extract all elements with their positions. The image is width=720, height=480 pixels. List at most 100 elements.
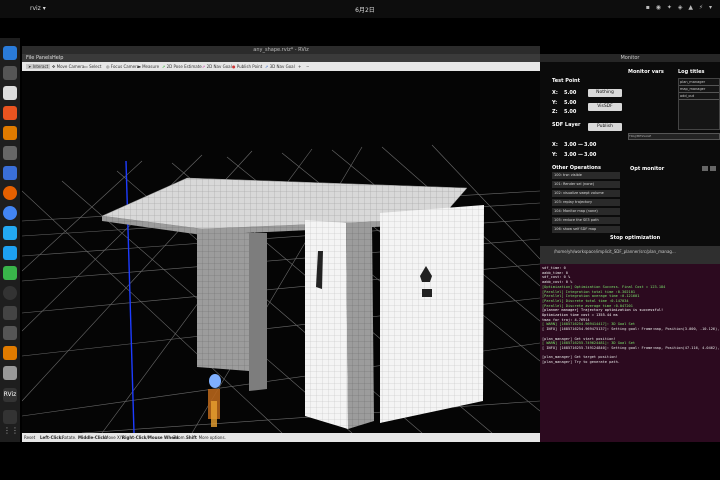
tool-measure[interactable]: ▬ Measure bbox=[137, 64, 159, 69]
vissdf-button[interactable]: VisSDF bbox=[588, 103, 622, 111]
terminal-icon[interactable] bbox=[3, 66, 17, 80]
stop-optimization-button[interactable]: Stop optimization bbox=[610, 235, 660, 241]
app-blue-icon[interactable] bbox=[3, 166, 17, 180]
app-light-icon[interactable] bbox=[3, 366, 17, 380]
hint2-label: Middle-Click: bbox=[78, 435, 108, 440]
reset-button[interactable]: Reset bbox=[24, 435, 35, 440]
files-icon[interactable] bbox=[3, 86, 17, 100]
tool-3d-nav-goal[interactable]: ➚ 3D Nav Goal bbox=[265, 64, 295, 69]
left-panel bbox=[305, 220, 348, 429]
z-value[interactable]: 5.00 bbox=[564, 109, 576, 115]
monitor-title: Monitor bbox=[620, 55, 640, 61]
system-top-bar: rviz ▾ 6月2日 ▪ ◉ ✦ ◈ ▲ ⚡ ▾ bbox=[0, 0, 720, 18]
scene-render bbox=[22, 144, 540, 433]
y-value[interactable]: 5.00 bbox=[564, 100, 576, 106]
sdf-y-value2[interactable]: 3.00 bbox=[584, 152, 596, 158]
tool-2d-pose-estimate[interactable]: ➚ 2D Pose Estimate bbox=[162, 64, 202, 69]
menu-panels[interactable]: Panels bbox=[36, 55, 52, 61]
left-wall bbox=[197, 231, 249, 371]
rviz-dock-icon[interactable]: RViz bbox=[3, 388, 17, 402]
monitor-vars-heading: Monitor vars bbox=[628, 69, 664, 75]
terminal-line: [ INFO] [1685716254.969475137]: Setting … bbox=[542, 327, 720, 332]
log-item-2[interactable]: odd_out bbox=[679, 93, 719, 100]
obs-icon[interactable] bbox=[3, 286, 17, 300]
middle-pillar bbox=[346, 223, 374, 429]
terminal-title-bar[interactable]: /home/yh/workspace/implicit_SDF_planner/… bbox=[540, 246, 720, 264]
op-item-5[interactable]: 105: reduce the SE3 path bbox=[552, 217, 620, 224]
clock[interactable]: 6月2日 bbox=[345, 5, 385, 14]
ruler-icon: ▬ bbox=[137, 64, 141, 69]
arrow-green-icon: ➚ bbox=[162, 64, 166, 69]
y-label: Y: bbox=[552, 100, 558, 106]
log-titles-heading: Log titles bbox=[678, 69, 705, 75]
firefox-icon[interactable] bbox=[3, 186, 17, 200]
opt-monitor-close-icon[interactable] bbox=[702, 166, 708, 171]
x-value[interactable]: 5.00 bbox=[564, 90, 576, 96]
dock: RViz ⋮⋮ bbox=[0, 38, 20, 442]
op-item-2[interactable]: 102: visualize swept volume bbox=[552, 190, 620, 197]
monitor-var-bar[interactable]: TRAJ/MESSAGE bbox=[628, 133, 720, 140]
publish-button[interactable]: Publish bbox=[588, 123, 622, 131]
settings-icon[interactable] bbox=[3, 146, 17, 160]
sdf-x-label: X: bbox=[552, 142, 558, 148]
tool-add[interactable]: + bbox=[298, 64, 301, 69]
activities-button[interactable]: rviz ▾ bbox=[30, 5, 46, 12]
active-app-label: rviz bbox=[30, 5, 41, 12]
sdf-y-sep: — bbox=[578, 152, 583, 158]
nothing-button[interactable]: Nothing bbox=[588, 89, 622, 97]
sdf-x-sep: — bbox=[578, 142, 583, 148]
terminal-line: [ INFO] [1685716255.749124840]: Setting … bbox=[542, 345, 720, 350]
tool-select[interactable]: ▭ Select bbox=[84, 64, 101, 69]
opt-monitor-heading: Opt monitor bbox=[630, 166, 665, 172]
hint-label: Left-Click: bbox=[40, 435, 63, 440]
op-item-3[interactable]: 103: replay trajectory bbox=[552, 199, 620, 206]
tool-remove[interactable]: − bbox=[306, 64, 309, 69]
app-green-icon[interactable] bbox=[3, 266, 17, 280]
app-icon[interactable] bbox=[3, 126, 17, 140]
log-item-1[interactable]: map_manager bbox=[679, 86, 719, 93]
tool-move-camera[interactable]: ✥ Move Camera bbox=[52, 64, 84, 69]
test-point-heading: Test Point bbox=[552, 78, 581, 84]
arrow-pink-icon: ➚ bbox=[202, 64, 206, 69]
tool-publish-point[interactable]: ● Publish Point bbox=[232, 64, 262, 69]
3d-viewport[interactable] bbox=[22, 71, 540, 433]
sdf-y-label: Y: bbox=[552, 152, 558, 158]
sdf-y-value[interactable]: 3.00 bbox=[564, 152, 576, 158]
z-axis-line bbox=[125, 160, 135, 433]
hint3-label: Right-Click/Mouse Wheel: bbox=[122, 435, 180, 440]
app-cyan-icon[interactable] bbox=[3, 246, 17, 260]
monitor-title-bar[interactable]: Monitor bbox=[540, 54, 720, 62]
tool-2d-nav-goal[interactable]: ➚ 2D Nav Goal bbox=[202, 64, 232, 69]
hint-text: Rotate. bbox=[62, 435, 77, 440]
rviz-window-title-bar[interactable]: any_shape.rviz* - RViz bbox=[22, 46, 540, 54]
x-label: X: bbox=[552, 90, 558, 96]
app-dark-icon[interactable] bbox=[3, 306, 17, 320]
op-item-6[interactable]: 106: show self SDF map bbox=[552, 226, 620, 233]
tool-focus-camera[interactable]: ◎ Focus Camera bbox=[106, 64, 139, 69]
op-item-0[interactable]: 100: trw: visible bbox=[552, 172, 620, 179]
thunderbird-icon[interactable] bbox=[3, 46, 17, 60]
sdf-x-value[interactable]: 3.00 bbox=[564, 142, 576, 148]
menu-help[interactable]: Help bbox=[52, 55, 63, 61]
menu-file[interactable]: File bbox=[26, 55, 34, 61]
chrome-icon[interactable] bbox=[3, 206, 17, 220]
vscode-icon[interactable] bbox=[3, 226, 17, 240]
op-item-1[interactable]: 101: Render sel (none) bbox=[552, 181, 620, 188]
arrow-blue-icon: ➚ bbox=[265, 64, 269, 69]
app-orange-icon[interactable] bbox=[3, 346, 17, 360]
robot-marker bbox=[208, 374, 221, 427]
z-label: Z: bbox=[552, 109, 558, 115]
op-item-4[interactable]: 104: Monitor map (none) bbox=[552, 208, 620, 215]
opt-monitor-menu-icon[interactable] bbox=[710, 166, 716, 171]
system-tray[interactable]: ▪ ◉ ✦ ◈ ▲ ⚡ ▾ bbox=[646, 4, 714, 11]
software-icon[interactable] bbox=[3, 106, 17, 120]
app-gray-icon[interactable] bbox=[3, 326, 17, 340]
sdf-x-value2[interactable]: 3.00 bbox=[584, 142, 596, 148]
terminal-output[interactable]: sdf_time: 0 aabb_time: 0 sdf_cost: 0 % aabb… bbox=[540, 266, 720, 442]
log-titles-list[interactable]: plan_manager map_manager odd_out bbox=[678, 78, 720, 130]
tool-interact[interactable]: ➤ Interact bbox=[26, 64, 51, 69]
log-item-0[interactable]: plan_manager bbox=[679, 79, 719, 86]
trash-icon[interactable] bbox=[3, 410, 17, 424]
hint4-text: : More options. bbox=[196, 435, 226, 440]
show-apps-icon[interactable]: ⋮⋮ bbox=[3, 426, 19, 440]
